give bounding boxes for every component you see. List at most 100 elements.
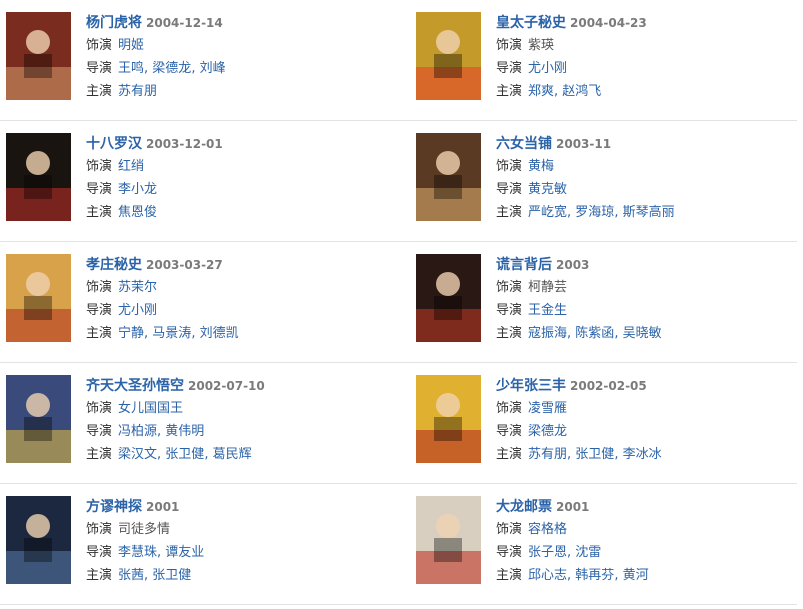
drama-title-link[interactable]: 十八罗汉 — [86, 136, 142, 152]
drama-poster[interactable] — [6, 254, 71, 342]
star-link[interactable]: 陈紫函 — [575, 326, 614, 341]
drama-poster[interactable] — [416, 496, 481, 584]
director-link[interactable]: 黄克敏 — [528, 182, 567, 197]
star-link[interactable]: 刘德凯 — [200, 326, 239, 341]
drama-title-link[interactable]: 孝庄秘史 — [86, 257, 142, 273]
role-label: 饰演 — [496, 38, 523, 53]
title-line: 大龙邮票 2001 — [496, 496, 803, 518]
director-link[interactable]: 张子恩 — [528, 545, 567, 560]
poster-qitian-icon — [6, 375, 71, 463]
role-name[interactable]: 凌雪雁 — [528, 401, 567, 416]
director-link[interactable]: 尤小刚 — [118, 303, 157, 318]
star-link[interactable]: 罗海琼 — [575, 205, 614, 220]
director-link[interactable]: 李小龙 — [118, 182, 157, 197]
director-link[interactable]: 李慧珠 — [118, 545, 157, 560]
poster-shibaluohan-icon — [6, 133, 71, 221]
role-name[interactable]: 容格格 — [528, 522, 567, 537]
drama-title-link[interactable]: 少年张三丰 — [496, 378, 566, 394]
role-line: 饰演 容格格 — [496, 518, 803, 541]
air-date: 2004-12-14 — [146, 16, 223, 30]
title-line: 方谬神探 2001 — [86, 496, 396, 518]
director-link[interactable]: 刘峰 — [200, 61, 226, 76]
role-label: 饰演 — [86, 522, 113, 537]
drama-poster[interactable] — [6, 375, 71, 463]
air-date: 2003-11 — [556, 137, 612, 151]
role-name[interactable]: 红绡 — [118, 159, 144, 174]
director-link[interactable]: 尤小刚 — [528, 61, 567, 76]
drama-title-link[interactable]: 大龙邮票 — [496, 499, 552, 515]
star-link[interactable]: 黄河 — [623, 568, 649, 583]
star-link[interactable]: 赵鸿飞 — [562, 84, 601, 99]
star-link[interactable]: 邱心志 — [528, 568, 567, 583]
name-separator: , — [614, 326, 623, 341]
star-link[interactable]: 葛民辉 — [213, 447, 252, 462]
drama-poster[interactable] — [416, 375, 481, 463]
star-line: 主演 宁静, 马景涛, 刘德凯 — [86, 322, 396, 345]
drama-poster[interactable] — [416, 254, 481, 342]
role-line: 饰演 女儿国国王 — [86, 397, 396, 420]
director-link[interactable]: 王鸣 — [118, 61, 144, 76]
star-label: 主演 — [86, 568, 113, 583]
drama-poster[interactable] — [6, 12, 71, 100]
role-name[interactable]: 苏茉尔 — [118, 280, 157, 295]
star-link[interactable]: 张卫健 — [575, 447, 614, 462]
star-line: 主演 苏有朋, 张卫健, 李冰冰 — [496, 443, 803, 466]
director-link[interactable]: 王金生 — [528, 303, 567, 318]
air-date: 2003-03-27 — [146, 258, 223, 272]
drama-poster[interactable] — [6, 496, 71, 584]
role-label: 饰演 — [496, 522, 523, 537]
director-label: 导演 — [86, 545, 113, 560]
director-link[interactable]: 梁德龙 — [528, 424, 567, 439]
star-link[interactable]: 马景涛 — [152, 326, 191, 341]
star-link[interactable]: 严屹宽 — [528, 205, 567, 220]
drama-row: 杨门虎将 2004-12-14 饰演 明姬 导演 王鸣, 梁德龙, 刘峰 主演 苏有朋 皇太子秘… — [0, 0, 797, 121]
drama-poster[interactable] — [416, 133, 481, 221]
drama-item: 谎言背后 2003 饰演 柯静芸 导演 王金生 主演 寇振海, 陈紫函, 吴晓敏 — [416, 242, 803, 362]
role-name[interactable]: 女儿国国王 — [118, 401, 183, 416]
drama-title-link[interactable]: 方谬神探 — [86, 499, 142, 515]
drama-title-link[interactable]: 齐天大圣孙悟空 — [86, 378, 184, 394]
drama-info: 方谬神探 2001 饰演 司徒多情 导演 李慧珠, 谭友业 主演 张茜, 张卫健 — [86, 496, 396, 587]
star-link[interactable]: 寇振海 — [528, 326, 567, 341]
director-label: 导演 — [86, 303, 113, 318]
drama-poster[interactable] — [6, 133, 71, 221]
star-link[interactable]: 张卫健 — [152, 568, 191, 583]
air-date: 2004-04-23 — [570, 16, 647, 30]
star-link[interactable]: 郑爽 — [528, 84, 554, 99]
role-name[interactable]: 明姬 — [118, 38, 144, 53]
director-line: 导演 王鸣, 梁德龙, 刘峰 — [86, 57, 396, 80]
role-name[interactable]: 黄梅 — [528, 159, 554, 174]
star-link[interactable]: 焦恩俊 — [118, 205, 157, 220]
drama-poster[interactable] — [416, 12, 481, 100]
star-link[interactable]: 苏有朋 — [528, 447, 567, 462]
star-link[interactable]: 宁静 — [118, 326, 144, 341]
star-link[interactable]: 梁汉文 — [118, 447, 157, 462]
star-link[interactable]: 苏有朋 — [118, 84, 157, 99]
title-line: 杨门虎将 2004-12-14 — [86, 12, 396, 34]
director-link[interactable]: 梁德龙 — [152, 61, 191, 76]
director-link[interactable]: 沈雷 — [575, 545, 601, 560]
director-link[interactable]: 谭友业 — [165, 545, 204, 560]
drama-title-link[interactable]: 杨门虎将 — [86, 15, 142, 31]
star-link[interactable]: 李冰冰 — [623, 447, 662, 462]
poster-liunu-icon — [416, 133, 481, 221]
drama-title-link[interactable]: 谎言背后 — [496, 257, 552, 273]
director-link[interactable]: 冯柏源 — [118, 424, 157, 439]
drama-title-link[interactable]: 皇太子秘史 — [496, 15, 566, 31]
director-label: 导演 — [496, 182, 523, 197]
star-link[interactable]: 韩再芬 — [575, 568, 614, 583]
poster-zhangsanfeng-icon — [416, 375, 481, 463]
star-label: 主演 — [496, 568, 523, 583]
star-link[interactable]: 吴晓敏 — [623, 326, 662, 341]
star-link[interactable]: 张茜 — [118, 568, 144, 583]
drama-title-link[interactable]: 六女当铺 — [496, 136, 552, 152]
star-link[interactable]: 斯琴高丽 — [623, 205, 675, 220]
role-line: 饰演 柯静芸 — [496, 276, 803, 299]
star-link[interactable]: 张卫健 — [165, 447, 204, 462]
role-line: 饰演 苏茉尔 — [86, 276, 396, 299]
director-line: 导演 冯柏源, 黄伟明 — [86, 420, 396, 443]
drama-info: 皇太子秘史 2004-04-23 饰演 紫瑛 导演 尤小刚 主演 郑爽, 赵鸿飞 — [496, 12, 803, 103]
role-label: 饰演 — [86, 38, 113, 53]
drama-info: 谎言背后 2003 饰演 柯静芸 导演 王金生 主演 寇振海, 陈紫函, 吴晓敏 — [496, 254, 803, 345]
director-link[interactable]: 黄伟明 — [165, 424, 204, 439]
